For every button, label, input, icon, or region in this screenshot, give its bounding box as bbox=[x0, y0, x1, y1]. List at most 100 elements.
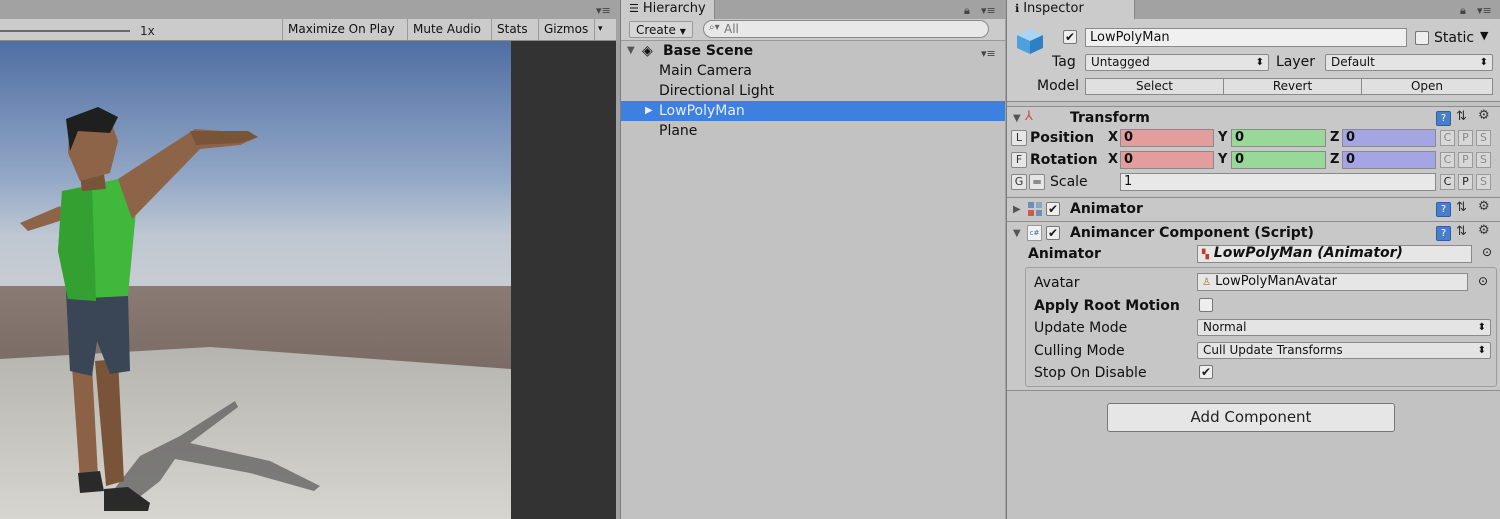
hierarchy-item-plane[interactable]: Plane bbox=[621, 121, 1005, 141]
rotation-x-field[interactable]: 0 bbox=[1120, 151, 1214, 169]
position-z-field[interactable]: 0 bbox=[1342, 129, 1436, 147]
help-icon[interactable]: ? bbox=[1436, 111, 1451, 126]
copy-button[interactable]: C bbox=[1440, 152, 1455, 168]
layer-dropdown[interactable]: Default ⬍ bbox=[1325, 54, 1493, 71]
hierarchy-tab-label: Hierarchy bbox=[642, 1, 706, 16]
snap-button[interactable]: S bbox=[1476, 174, 1491, 190]
animator-enabled-checkbox[interactable]: ✔ bbox=[1046, 202, 1060, 216]
expand-arrow-icon[interactable]: ▶ bbox=[1013, 204, 1021, 215]
hierarchy-list-icon: ☰ bbox=[629, 2, 639, 15]
paste-button[interactable]: P bbox=[1458, 152, 1473, 168]
model-select-button[interactable]: Select bbox=[1085, 78, 1224, 95]
help-icon[interactable]: ? bbox=[1436, 202, 1451, 217]
updown-icon: ⬍ bbox=[1477, 345, 1486, 356]
create-button[interactable]: Create ▼ bbox=[629, 21, 693, 38]
animator-component[interactable]: ▶ ✔ Animator ? ⇅ ⚙ bbox=[1007, 197, 1500, 221]
object-name-field[interactable] bbox=[1085, 28, 1407, 47]
preset-icon[interactable]: ⇅ bbox=[1456, 200, 1467, 215]
create-label: Create bbox=[636, 23, 676, 37]
layer-label: Layer bbox=[1276, 54, 1316, 70]
snap-button[interactable]: S bbox=[1476, 130, 1491, 146]
gameobject-header: ✔ Static ▼ Tag Untagged⬍ Layer Default⬍ … bbox=[1007, 19, 1500, 102]
object-picker-icon[interactable]: ⊙ bbox=[1478, 274, 1488, 288]
tab-hierarchy[interactable]: ☰ Hierarchy bbox=[621, 0, 715, 19]
gear-icon[interactable]: ⚙ bbox=[1478, 108, 1490, 123]
gear-icon[interactable]: ⚙ bbox=[1478, 223, 1490, 238]
hierarchy-item-lowpolyman[interactable]: ▶ LowPolyMan bbox=[621, 101, 1005, 121]
scene-row[interactable]: ▼ ◈ Base Scene ▾≡ bbox=[621, 41, 1005, 61]
tag-value: Untagged bbox=[1091, 55, 1150, 69]
model-revert-button[interactable]: Revert bbox=[1223, 78, 1362, 95]
position-y-field[interactable]: 0 bbox=[1231, 129, 1326, 147]
game-viewport[interactable] bbox=[0, 41, 511, 519]
animancer-component: ▼ c# ✔ Animancer Component (Script) ? ⇅ … bbox=[1007, 221, 1500, 391]
add-component-button[interactable]: Add Component bbox=[1107, 403, 1395, 432]
preset-icon[interactable]: ⇅ bbox=[1456, 224, 1467, 239]
local-toggle-button[interactable]: L bbox=[1011, 130, 1027, 146]
avatar-object-field[interactable]: ♙ LowPolyManAvatar bbox=[1197, 273, 1468, 291]
static-dropdown-icon[interactable]: ▼ bbox=[1480, 29, 1488, 42]
gizmos-dropdown-icon[interactable]: ▾ bbox=[594, 19, 606, 40]
scale-field[interactable]: 1 bbox=[1120, 173, 1436, 191]
stop-on-disable-checkbox[interactable]: ✔ bbox=[1199, 365, 1213, 379]
active-checkbox[interactable]: ✔ bbox=[1063, 30, 1077, 44]
stats-button[interactable]: Stats bbox=[491, 19, 533, 40]
fold-icon[interactable]: ▼ bbox=[1013, 228, 1021, 239]
snap-button[interactable]: S bbox=[1476, 152, 1491, 168]
search-input[interactable] bbox=[703, 20, 989, 38]
scale-slider[interactable] bbox=[0, 30, 130, 32]
gizmos-button[interactable]: Gizmos bbox=[538, 19, 593, 40]
panel-menu-icon[interactable]: ▾≡ bbox=[1477, 4, 1492, 17]
paste-button[interactable]: P bbox=[1458, 130, 1473, 146]
object-picker-icon[interactable]: ⊙ bbox=[1482, 245, 1492, 259]
animancer-enabled-checkbox[interactable]: ✔ bbox=[1046, 226, 1060, 240]
fold-icon[interactable]: ▼ bbox=[1013, 113, 1021, 124]
hierarchy-item-directional-light[interactable]: Directional Light bbox=[621, 81, 1005, 101]
scene-name: Base Scene bbox=[663, 43, 754, 59]
z-axis-label: Z bbox=[1330, 130, 1340, 145]
model-open-button[interactable]: Open bbox=[1361, 78, 1493, 95]
culling-mode-dropdown[interactable]: Cull Update Transforms ⬍ bbox=[1197, 342, 1491, 359]
panel-menu-icon[interactable]: ▾≡ bbox=[596, 4, 611, 17]
copy-button[interactable]: C bbox=[1440, 174, 1455, 190]
culling-mode-label: Culling Mode bbox=[1034, 343, 1125, 359]
preset-icon[interactable]: ⇅ bbox=[1456, 109, 1467, 124]
fold-icon[interactable]: ▼ bbox=[627, 41, 635, 61]
apply-root-motion-checkbox[interactable] bbox=[1199, 298, 1213, 312]
tab-inspector[interactable]: ℹ Inspector bbox=[1007, 0, 1135, 19]
lock-icon[interactable]: 🔒︎ bbox=[1460, 4, 1466, 18]
viewport-letterbox bbox=[511, 41, 616, 519]
uniform-scale-icon[interactable]: ═ bbox=[1029, 174, 1045, 190]
free-rotation-button[interactable]: F bbox=[1011, 152, 1027, 168]
gear-icon[interactable]: ⚙ bbox=[1478, 199, 1490, 214]
tag-dropdown[interactable]: Untagged ⬍ bbox=[1085, 54, 1269, 71]
updown-icon: ⬍ bbox=[1479, 57, 1488, 68]
expand-arrow-icon[interactable]: ▶ bbox=[645, 101, 653, 121]
scene-render bbox=[0, 41, 511, 519]
mute-audio-button[interactable]: Mute Audio bbox=[407, 19, 486, 40]
position-x-field[interactable]: 0 bbox=[1120, 129, 1214, 147]
copy-button[interactable]: C bbox=[1440, 130, 1455, 146]
maximize-on-play-button[interactable]: Maximize On Play bbox=[282, 19, 400, 40]
static-checkbox[interactable] bbox=[1415, 31, 1429, 45]
rotation-y-field[interactable]: 0 bbox=[1231, 151, 1326, 169]
transform-axes-icon: ⅄ bbox=[1025, 109, 1033, 124]
rotation-z-field[interactable]: 0 bbox=[1342, 151, 1436, 169]
paste-button[interactable]: P bbox=[1458, 174, 1473, 190]
update-mode-dropdown[interactable]: Normal ⬍ bbox=[1197, 319, 1491, 336]
panel-menu-icon[interactable]: ▾≡ bbox=[981, 4, 996, 17]
game-toolbar: 1x Maximize On Play Mute Audio Stats Giz… bbox=[0, 19, 616, 41]
animator-object-field[interactable]: ▚ LowPolyMan (Animator) bbox=[1197, 245, 1472, 263]
item-label: Plane bbox=[659, 123, 698, 139]
animator-title: Animator bbox=[1070, 201, 1143, 217]
game-tabstrip: ▾≡ bbox=[0, 0, 616, 19]
help-icon[interactable]: ? bbox=[1436, 226, 1451, 241]
lock-icon[interactable]: 🔒︎ bbox=[964, 4, 970, 18]
global-scale-button[interactable]: G bbox=[1011, 174, 1027, 190]
transform-title: Transform bbox=[1070, 110, 1150, 126]
animator-object-value: LowPolyMan (Animator) bbox=[1213, 245, 1403, 261]
y-axis-label: Y bbox=[1218, 152, 1228, 167]
search-icon: ⌕▾ bbox=[709, 22, 720, 33]
item-label: Main Camera bbox=[659, 63, 752, 79]
hierarchy-item-main-camera[interactable]: Main Camera bbox=[621, 61, 1005, 81]
